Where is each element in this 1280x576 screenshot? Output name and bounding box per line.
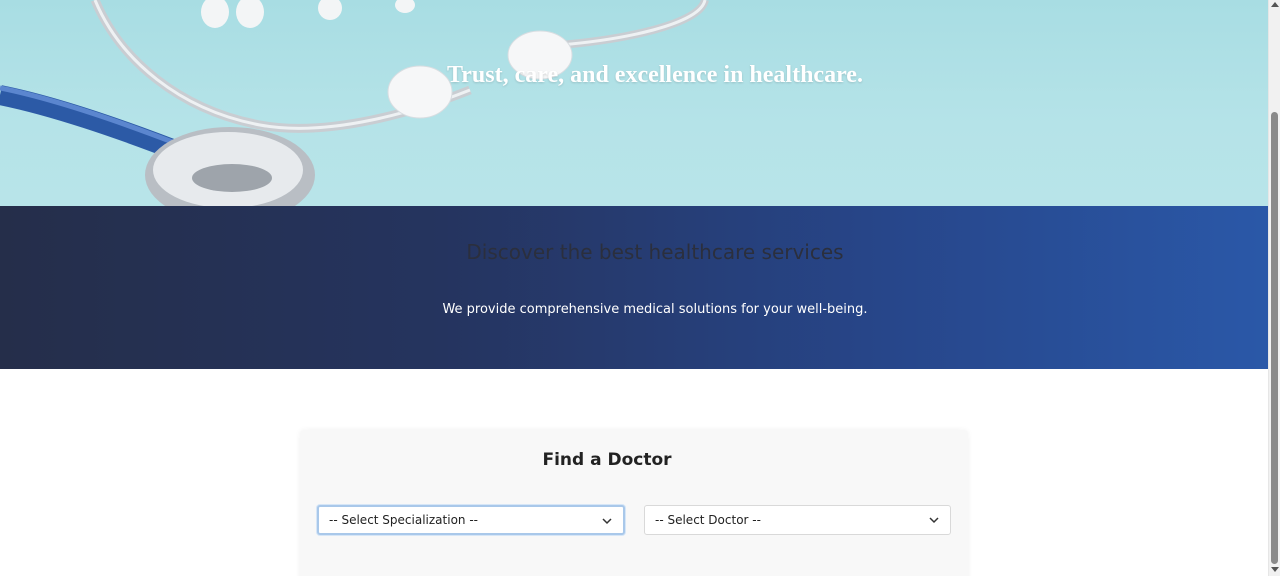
find-doctor-title: Find a Doctor xyxy=(542,450,672,470)
chevron-down-icon xyxy=(602,518,612,525)
scroll-down-arrow-icon[interactable] xyxy=(1271,567,1279,572)
stethoscope-image xyxy=(0,0,709,206)
specialization-select[interactable]: -- Select Specialization -- xyxy=(317,505,625,535)
hero-tagline: Trust, care, and excellence in healthcar… xyxy=(447,62,863,88)
doctor-select-value: -- Select Doctor -- xyxy=(655,513,761,527)
specialization-select-value: -- Select Specialization -- xyxy=(329,513,478,527)
hero-section: Trust, care, and excellence in healthcar… xyxy=(0,0,1268,206)
scroll-up-arrow-icon[interactable] xyxy=(1271,2,1279,7)
page: Trust, care, and excellence in healthcar… xyxy=(0,0,1268,576)
scrollbar-thumb[interactable] xyxy=(1271,112,1278,564)
band-heading: Discover the best healthcare services xyxy=(466,240,844,264)
doctor-select[interactable]: -- Select Doctor -- xyxy=(644,505,951,535)
find-doctor-card: Find a Doctor -- Select Specialization -… xyxy=(300,430,968,576)
intro-band xyxy=(0,206,1268,369)
page-scrollbar[interactable] xyxy=(1268,0,1280,576)
chevron-down-icon xyxy=(929,517,939,524)
band-subtext: We provide comprehensive medical solutio… xyxy=(442,302,868,317)
